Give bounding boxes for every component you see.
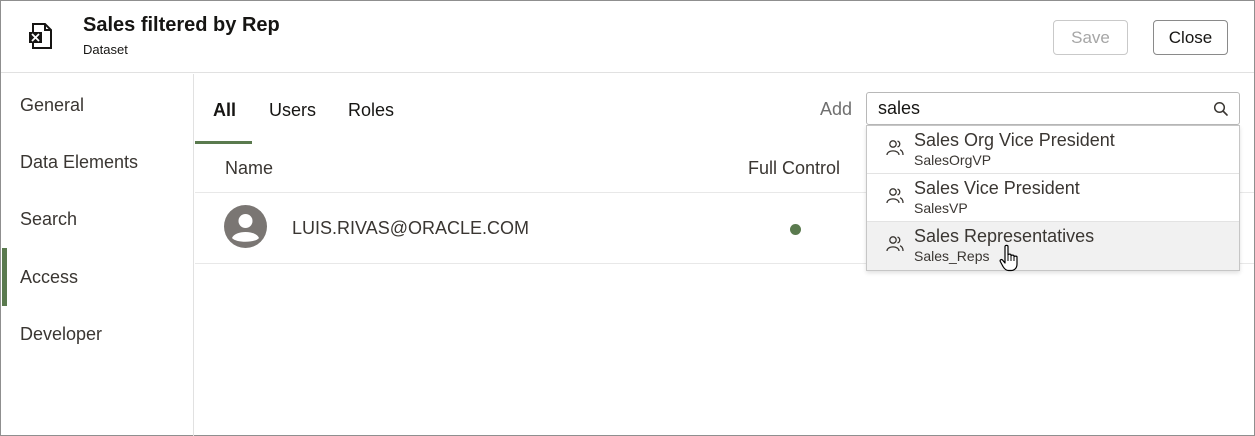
- page-title: Sales filtered by Rep: [83, 14, 280, 36]
- sidebar-item-access[interactable]: Access: [1, 257, 193, 297]
- save-button[interactable]: Save: [1053, 20, 1128, 55]
- role-group-icon: [886, 140, 904, 156]
- option-id: SalesVP: [914, 200, 968, 216]
- tab-users[interactable]: Users: [269, 100, 316, 121]
- close-button[interactable]: Close: [1153, 20, 1228, 55]
- option-name: Sales Vice President: [914, 178, 1080, 198]
- column-header-name: Name: [225, 158, 274, 178]
- search-icon[interactable]: [1212, 100, 1230, 118]
- sidebar-item-search[interactable]: Search: [1, 199, 193, 239]
- sidebar-item-developer[interactable]: Developer: [1, 314, 193, 354]
- role-group-icon: [886, 236, 904, 252]
- option-id: Sales_Reps: [914, 248, 990, 264]
- table-row-user-name: LUIS.RIVAS@ORACLE.COM: [292, 218, 529, 238]
- dropdown-option-hovered[interactable]: Sales Representatives Sales_Reps: [867, 222, 1239, 270]
- sidebar-item-general[interactable]: General: [1, 85, 193, 125]
- sidebar-item-data-elements[interactable]: Data Elements: [1, 142, 193, 182]
- hand-pointer-cursor-icon: [999, 244, 1018, 272]
- option-id: SalesOrgVP: [914, 152, 992, 168]
- active-tab-indicator: [195, 141, 252, 144]
- tab-roles[interactable]: Roles: [348, 100, 394, 121]
- add-search-input[interactable]: sales: [866, 92, 1240, 125]
- dataset-excel-icon: [29, 23, 52, 49]
- search-results-dropdown: Sales Org Vice President SalesOrgVP Sale…: [866, 125, 1240, 271]
- column-header-full-control: Full Control: [748, 158, 841, 178]
- dropdown-option[interactable]: Sales Vice President SalesVP: [867, 174, 1239, 222]
- page-subtitle: Dataset: [83, 42, 128, 57]
- dialog-header: Sales filtered by Rep Dataset Save Close: [1, 1, 1254, 73]
- add-label: Add: [820, 99, 853, 119]
- sidebar: General Data Elements Search Access Deve…: [1, 74, 194, 436]
- full-control-indicator[interactable]: [790, 224, 801, 235]
- tab-all[interactable]: All: [213, 100, 236, 121]
- search-input-value[interactable]: sales: [878, 98, 920, 119]
- dropdown-option[interactable]: Sales Org Vice President SalesOrgVP: [867, 126, 1239, 174]
- role-group-icon: [886, 188, 904, 204]
- option-name: Sales Org Vice President: [914, 130, 1115, 150]
- avatar-icon: [224, 205, 267, 248]
- dataset-inspector-dialog: Sales filtered by Rep Dataset Save Close…: [0, 0, 1255, 436]
